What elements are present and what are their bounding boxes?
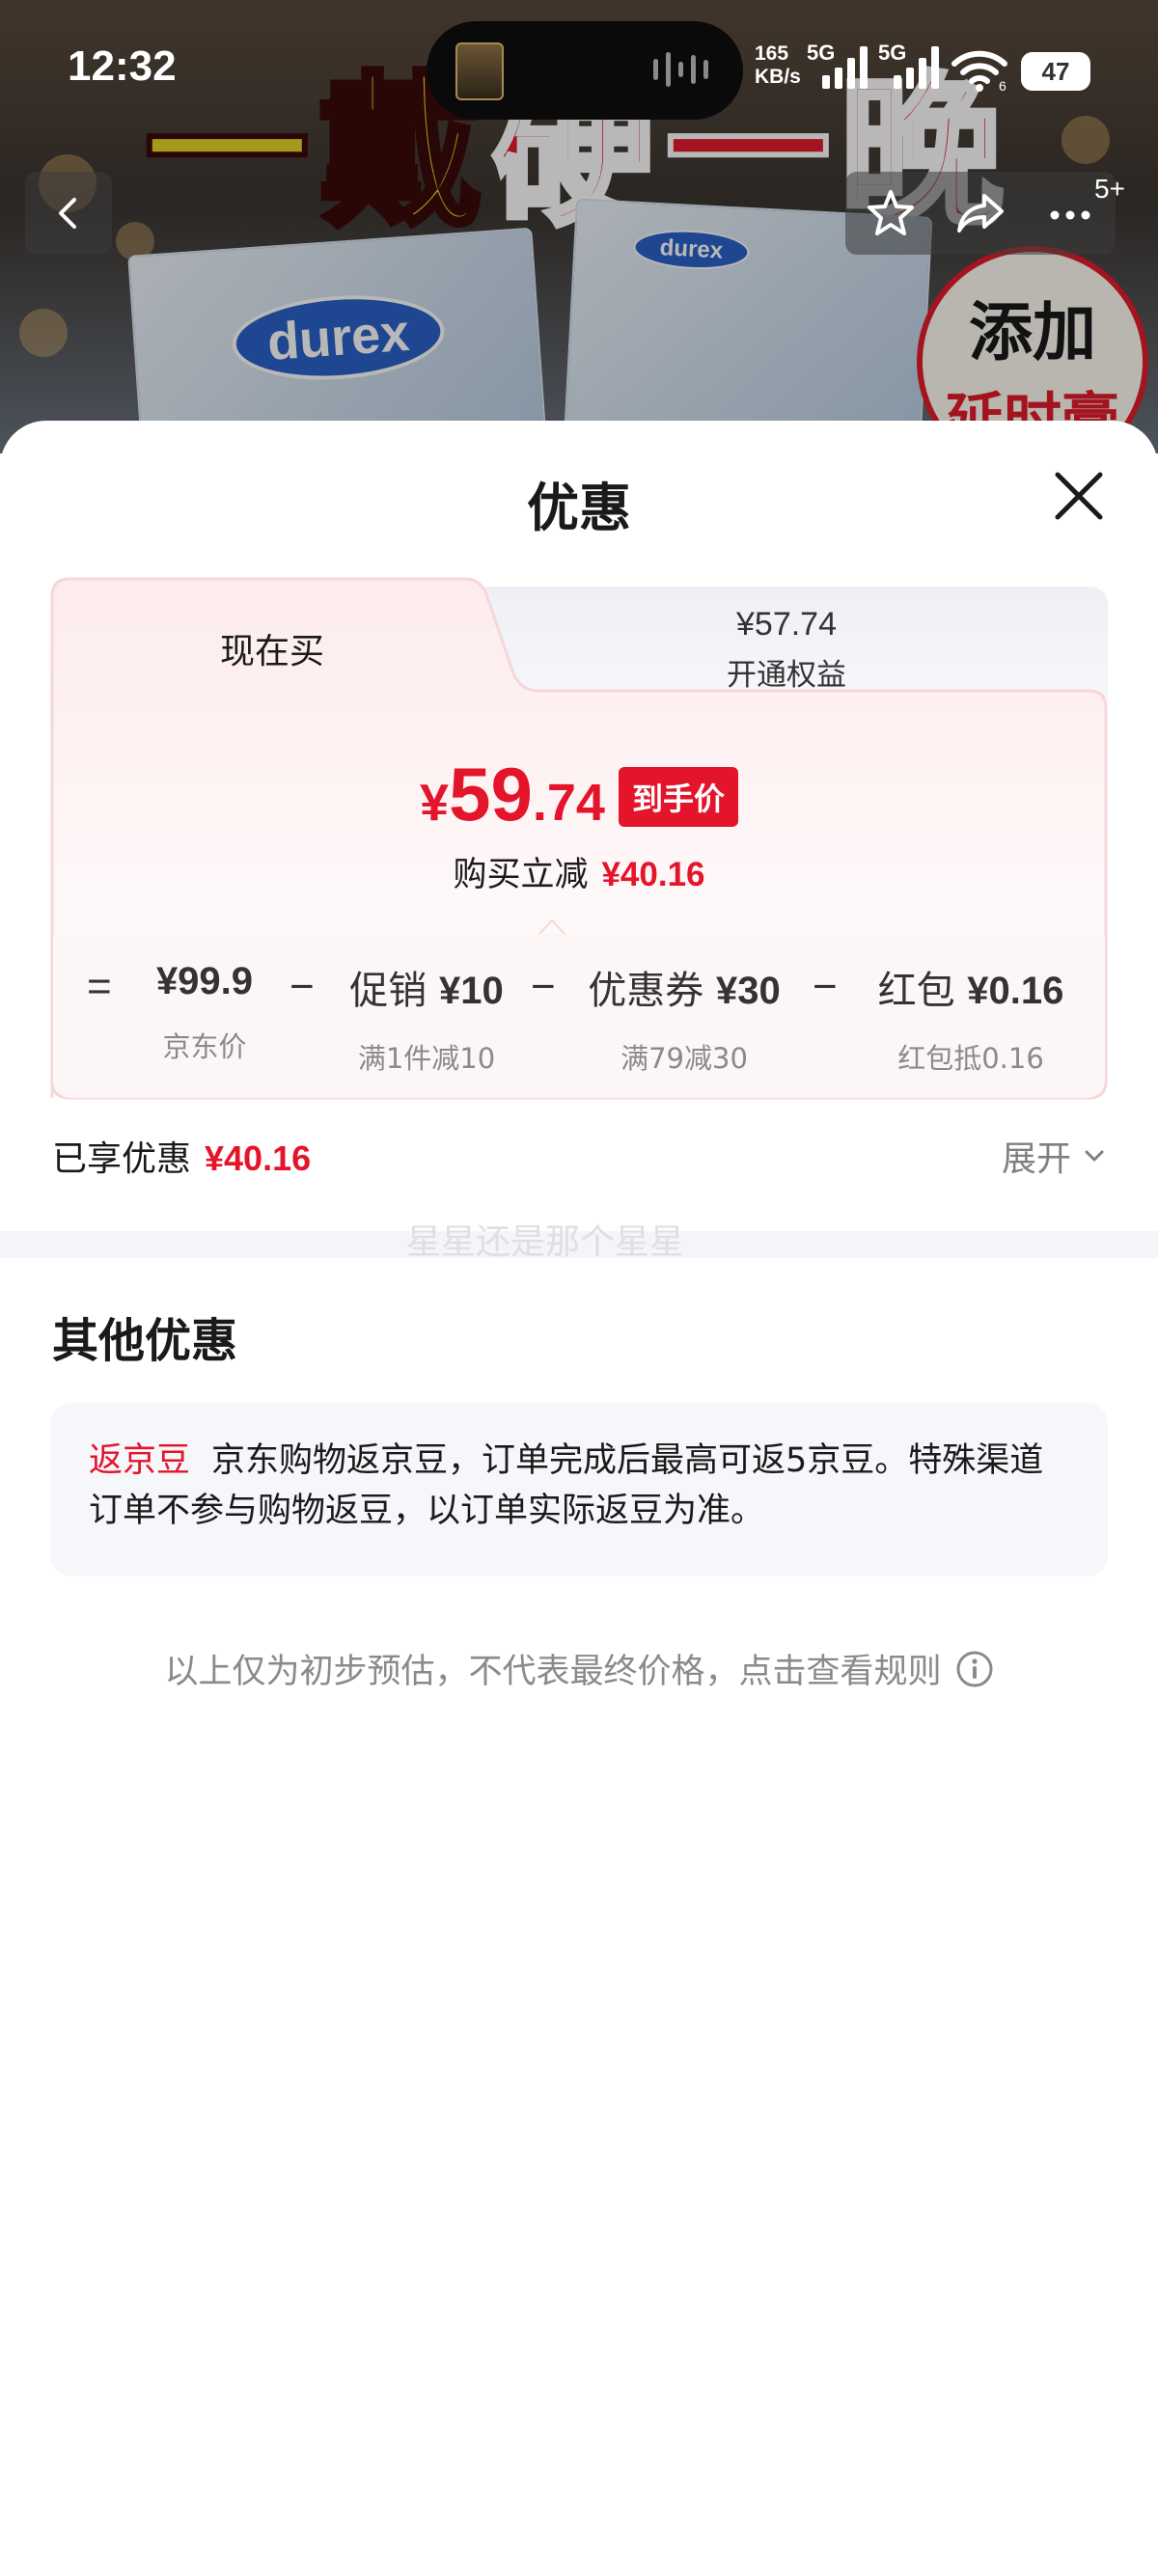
sheet-title: 优惠: [527, 478, 631, 538]
back-icon: [59, 198, 76, 229]
status-bar: 12:32 165 KB/s 5G 5G 6 47: [0, 0, 1158, 145]
svg-text:6: 6: [999, 78, 1006, 93]
breakdown-item-coupon: 优惠券 ¥30 满79减30: [588, 969, 781, 1075]
jd-beans-text: 京东购物返京豆，订单完成后最高可返5京豆。特殊渠道订单不参与购物返豆，以订单实际…: [89, 1441, 1044, 1530]
minus-sign: −: [290, 963, 315, 1010]
network-speed: 165 KB/s: [755, 42, 801, 88]
breakdown-item-jd-price: ¥99.9 京东价: [155, 960, 254, 1063]
price-disclaimer[interactable]: 以上仅为初步预估，不代表最终价格，点击查看规则: [0, 1644, 1158, 1693]
signal-icon: [894, 44, 939, 89]
enjoyed-discount: 已享优惠 ¥40.16: [52, 1138, 312, 1179]
breakdown-item-red-packet: 红包 ¥0.16 红包抵0.16: [877, 969, 1064, 1075]
equals-sign: =: [87, 963, 112, 1010]
share-icon[interactable]: [953, 186, 1007, 240]
message-count-badge: 5+: [1094, 174, 1125, 204]
signal-icon: [822, 44, 868, 89]
audio-wave-icon: [653, 50, 708, 89]
instant-reduction: 购买立减 ¥40.16: [453, 856, 705, 894]
tab-buy-now[interactable]: 现在买: [50, 623, 494, 673]
jd-beans-card: 返京豆 京东购物返京豆，订单完成后最高可返5京豆。特殊渠道订单不参与购物返豆，以订…: [50, 1403, 1108, 1576]
breakdown-item-promotion: 促销 ¥10 满1件减10: [349, 969, 504, 1075]
media-thumbnail: [455, 42, 504, 100]
page: 一戴硬一晚 durex durex 添加 延时膏 12:32 165 KB/s …: [0, 0, 1158, 2576]
final-price-row: ¥59.74 到手价: [50, 751, 1108, 838]
top-actions: [845, 172, 1116, 255]
back-button[interactable]: [25, 172, 112, 255]
minus-sign: −: [813, 963, 838, 1010]
minus-sign: −: [531, 963, 556, 1010]
battery-indicator: 47: [1021, 52, 1090, 91]
final-price: ¥59.74: [420, 752, 605, 836]
discount-sheet: 优惠 ¥57.74 开通权益 现在买 ¥59.74 到手价 购买立减 ¥40.1…: [0, 421, 1158, 2576]
expand-button[interactable]: 展开: [1002, 1131, 1108, 1181]
close-icon[interactable]: [1048, 465, 1110, 527]
wifi-icon: 6: [951, 50, 1007, 93]
star-icon[interactable]: [864, 186, 918, 240]
other-discounts-title: 其他优惠: [52, 1314, 238, 1368]
dynamic-island[interactable]: [427, 21, 743, 120]
status-time: 12:32: [68, 42, 177, 90]
jd-beans-tag: 返京豆: [89, 1441, 191, 1480]
watermark: 星星还是那个星星: [405, 1222, 684, 1262]
more-icon[interactable]: [1043, 186, 1097, 240]
info-icon[interactable]: [955, 1650, 994, 1688]
chevron-down-icon: [1085, 1150, 1104, 1162]
final-price-tag: 到手价: [618, 766, 738, 827]
price-card: ¥57.74 开通权益 现在买 ¥59.74 到手价 购买立减 ¥40.16 =…: [50, 577, 1108, 1100]
